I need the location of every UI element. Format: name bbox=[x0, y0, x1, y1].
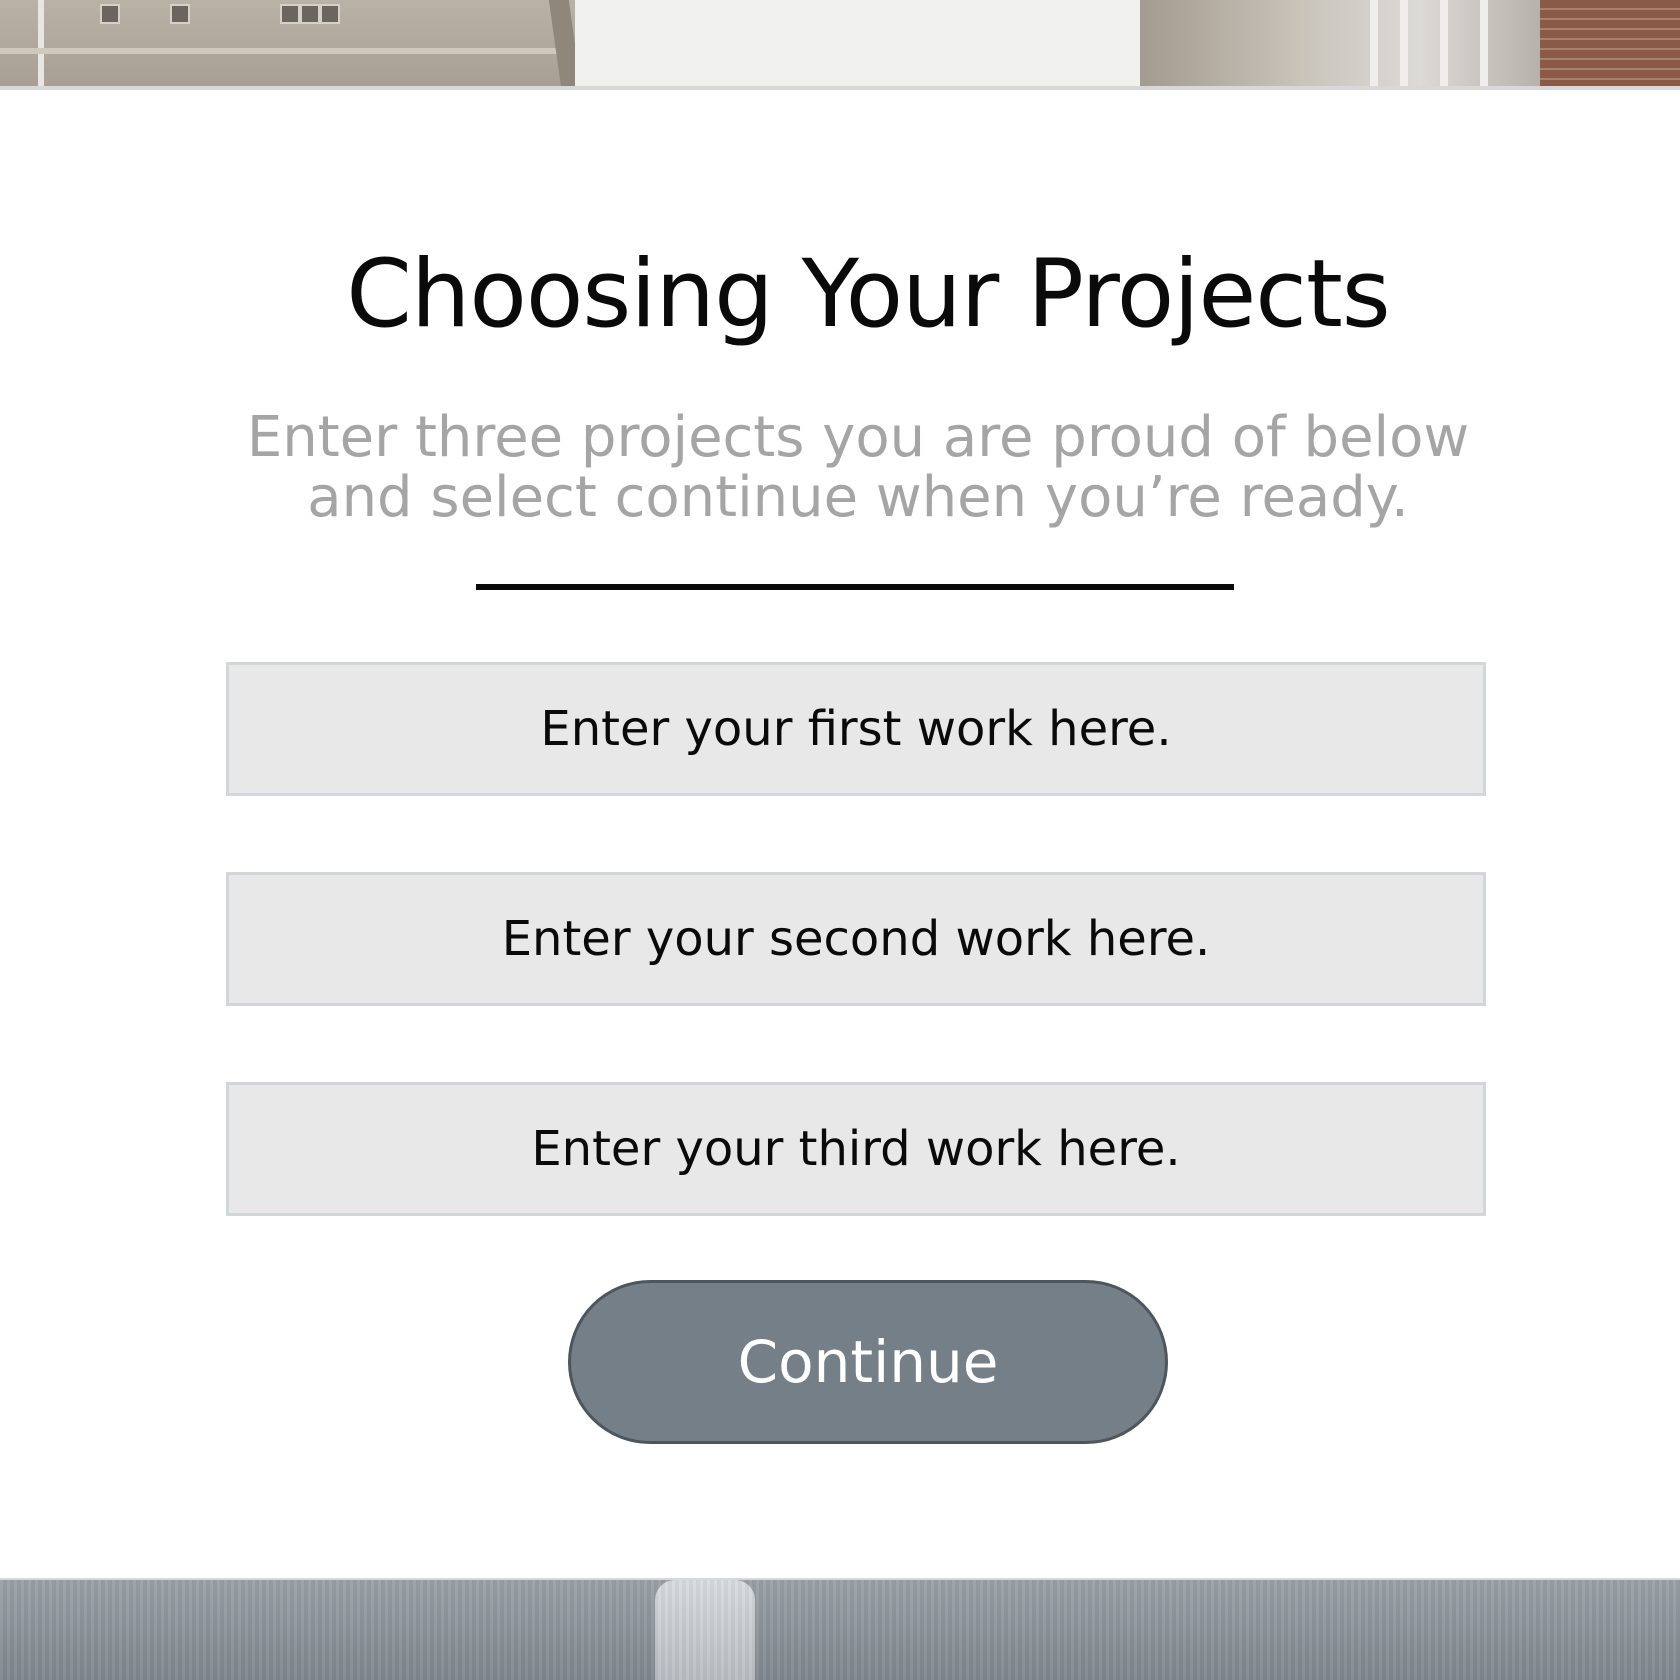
first-work-input[interactable] bbox=[226, 662, 1486, 796]
divider bbox=[476, 584, 1234, 590]
second-work-input[interactable] bbox=[226, 872, 1486, 1006]
projects-modal: Choosing Your Projects Enter three proje… bbox=[0, 90, 1680, 1578]
background-photo-top bbox=[0, 0, 1680, 88]
building-right bbox=[1140, 0, 1540, 88]
building-left bbox=[0, 0, 582, 88]
modal-subtitle: Enter three projects you are proud of be… bbox=[246, 405, 1470, 530]
page: Choosing Your Projects Enter three proje… bbox=[0, 0, 1680, 1680]
building-brick bbox=[1540, 0, 1680, 88]
continue-button[interactable]: Continue bbox=[568, 1280, 1168, 1444]
modal-title: Choosing Your Projects bbox=[346, 240, 1391, 349]
background-photo-bottom bbox=[0, 1580, 1680, 1680]
sky bbox=[575, 0, 1140, 88]
third-work-input[interactable] bbox=[226, 1082, 1486, 1216]
